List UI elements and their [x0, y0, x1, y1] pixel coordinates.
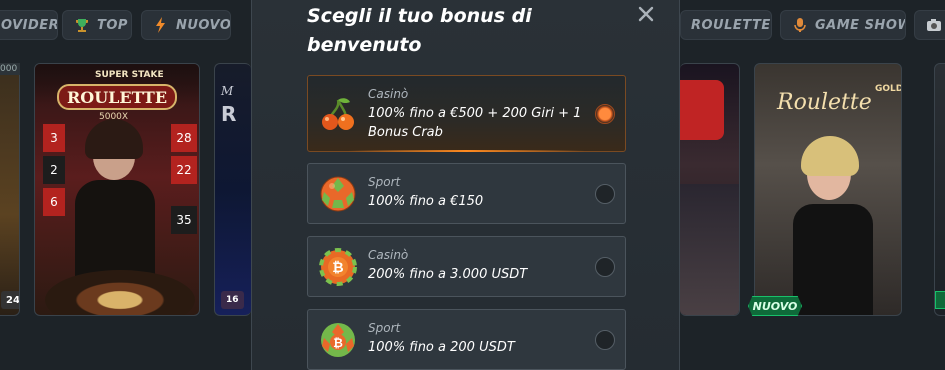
bitcoin-ball-icon: ₿ [318, 320, 358, 360]
close-button[interactable] [635, 5, 657, 27]
new-game-badge: NUOVO [748, 296, 802, 316]
game-card-super-stake-roulette[interactable]: SUPER STAKE ROULETTE 5000X 3 28 2 22 6 3… [34, 63, 200, 316]
bonus-option-casino-eur[interactable]: Casinò 100% fino a €500 + 200 Giri + 1 B… [307, 75, 626, 152]
option-description: 100% fino a €500 + 200 Giri + 1 Bonus Cr… [368, 106, 582, 140]
radio-selected[interactable] [595, 103, 615, 124]
tab-live-camera[interactable] [914, 10, 945, 40]
option-category: Sport [368, 321, 401, 335]
option-category: Sport [368, 175, 401, 189]
option-description: 200% fino a 3.000 USDT [368, 267, 528, 282]
dealer-body [793, 204, 873, 315]
tab-top[interactable]: TOP [62, 10, 132, 40]
game-card-partial-left[interactable]: 24 [0, 63, 20, 316]
game-card-partial-middle[interactable]: M R 16 [214, 63, 251, 316]
tab-game-show[interactable]: GAME SHOW [780, 10, 906, 40]
dealer-hair [801, 136, 859, 176]
option-category: Casinò [368, 248, 409, 262]
card-tag: 24 [1, 291, 19, 309]
radio-unselected[interactable] [595, 183, 615, 204]
dealer-body [75, 180, 155, 280]
game-card-partial-vegas[interactable] [680, 63, 740, 316]
game-logo-top: SUPER STAKE [95, 70, 164, 80]
option-description: 100% fino a €150 [368, 194, 484, 209]
modal-title: Scegli il tuo bonus di benvenuto [307, 5, 532, 56]
camera-icon [925, 16, 943, 34]
bonus-option-sport-eur[interactable]: Sport 100% fino a €150 [307, 163, 626, 224]
roulette-wheel [45, 270, 195, 315]
soccer-ball-icon [318, 174, 358, 214]
svg-text:₿: ₿ [333, 336, 343, 350]
tab-roulette[interactable]: ROULETTE [680, 10, 772, 40]
trophy-icon [73, 16, 91, 34]
tab-provider[interactable]: OVIDER [0, 10, 58, 40]
close-icon [638, 6, 654, 26]
svg-text:₿: ₿ [332, 260, 343, 276]
game-logo-top: GOLD [875, 84, 902, 94]
option-category: Casinò [368, 87, 409, 101]
dealer-hair [85, 119, 143, 159]
game-logo-main: ROULETTE [57, 84, 177, 110]
card-tag: 16 [221, 291, 244, 309]
bonus-option-casino-usdt[interactable]: ₿ Casinò 200% fino a 3.000 USDT [307, 236, 626, 297]
radio-unselected[interactable] [595, 329, 615, 350]
tab-nuovo[interactable]: NUOVO [141, 10, 231, 40]
lightning-icon [152, 16, 170, 34]
game-card-partial-right[interactable] [934, 63, 945, 316]
game-card-gold-roulette[interactable]: GOLD Roulette [754, 63, 902, 316]
bonus-option-sport-usdt[interactable]: ₿ Sport 100% fino a 200 USDT [307, 309, 626, 370]
welcome-bonus-modal: Scegli il tuo bonus di benvenuto Casinò … [251, 0, 680, 370]
cherries-icon [318, 94, 358, 134]
radio-unselected[interactable] [595, 256, 615, 277]
option-description: 100% fino a 200 USDT [368, 340, 515, 355]
bitcoin-chip-icon: ₿ [318, 247, 358, 287]
card-corner-tag: 000 [0, 63, 20, 75]
game-logo-main: Roulette [777, 90, 872, 115]
microphone-icon [791, 16, 809, 34]
